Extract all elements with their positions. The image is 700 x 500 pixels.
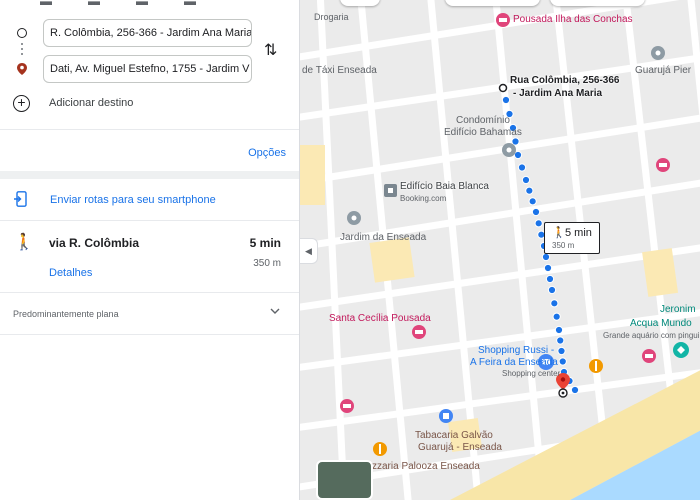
map-label-origin-line2: - Jardim Ana Maria [513,88,603,99]
map-label-shopping-center: Shopping center [502,369,561,378]
satellite-layer-button[interactable] [316,460,373,500]
poi-pousada-icon[interactable] [412,325,426,339]
route-dot [511,137,520,146]
route-dot [531,207,541,217]
map-label-santa-cecilia[interactable]: Santa Cecília Pousada [329,313,431,324]
car-mode-icon[interactable]: ▬ [40,0,52,8]
chevron-down-icon[interactable] [270,306,280,316]
route-dot [541,252,551,262]
divider [0,220,299,221]
poi-pousada-icon[interactable] [496,13,510,27]
walk-mode-icon[interactable]: ▬ [136,0,148,8]
map-label-edificio-bahamas[interactable]: Edifício Bahamas [444,127,522,138]
origin-marker-icon[interactable] [498,83,508,93]
route-dot [570,385,580,395]
poi-pin-icon[interactable] [502,143,516,157]
map-label-pizzaria[interactable]: zzaria Palooza Enseada [372,461,480,472]
route-dot [534,219,543,228]
divider [0,171,299,179]
map-label-pousada-ilha[interactable]: Pousada Ilha das Conchas [513,14,633,25]
route-dot [517,163,527,172]
options-button[interactable]: Opções [248,147,286,159]
poi-aquarium-icon[interactable] [673,342,689,358]
map-label-aquario-desc: Grande aquário com pinguins e tubarões [603,331,700,340]
swap-icon[interactable]: ⇅ [264,40,277,60]
map-label-shopping-russi[interactable]: Shopping Russi - [478,345,554,356]
poi-pin-icon[interactable] [347,211,361,225]
map-label-guaruja-pier[interactable]: Guarujá Pier [635,65,691,76]
collapse-panel-button[interactable]: ◀ [300,238,318,264]
route-dot [543,263,553,273]
route-duration-box[interactable]: 🚶 5 min 350 m [544,222,600,254]
route-dot [552,312,561,321]
origin-input[interactable]: R. Colômbia, 256-366 - Jardim Ana Maria [43,19,252,47]
route-dot [521,175,531,185]
poi-pin-icon[interactable] [651,46,665,60]
add-destination-label[interactable]: Adicionar destino [49,97,133,109]
directions-panel: ▬ ▬ ▬ ▬ R. Colômbia, 256-366 - Jardim An… [0,0,300,500]
route-distance: 350 m [253,258,281,269]
route-dot [550,299,559,308]
send-to-phone-icon [14,191,27,207]
map-chip[interactable] [550,0,645,6]
route-dot [557,346,566,356]
poi-restaurant-icon[interactable] [373,442,387,456]
travel-mode-bar: ▬ ▬ ▬ ▬ [40,0,196,8]
divider [0,292,299,293]
map-label-drogaria: Drogaria [314,12,349,22]
poi-pousada-icon[interactable] [642,349,656,363]
route-duration: 5 min [565,227,592,239]
origin-marker-icon [17,28,27,38]
bike-mode-icon[interactable]: ▬ [184,0,196,8]
poi-restaurant-icon[interactable] [589,359,603,373]
map-label-condominio[interactable]: Condomínio [456,115,510,126]
route-via-label[interactable]: via R. Colômbia [49,236,139,250]
destination-pin-icon [17,63,27,75]
divider [0,129,299,130]
map-label-jeronimo[interactable]: Jeronim [660,304,696,315]
map-label-tabacaria-enseada[interactable]: Guarujá - Enseada [418,442,502,453]
details-link[interactable]: Detalhes [49,267,92,279]
route-dot [547,285,557,295]
route-dot [558,357,567,366]
map-chip[interactable] [340,0,380,6]
map-label-jardim-enseada: Jardim da Enseada [340,232,427,243]
route-time: 5 min [249,236,281,250]
map-label-feira-enseada[interactable]: A Feira da Enseada [470,357,558,368]
destination-input[interactable]: Dati, Av. Miguel Estefno, 1755 - Jardim … [43,55,252,83]
walking-icon: 🚶 [552,227,566,239]
map-label-origin-line1: Rua Colômbia, 256-366 [510,75,620,86]
add-destination-icon[interactable]: + [13,95,30,112]
map-label-baia-blanca[interactable]: Edifício Baia Blanca [400,181,489,192]
map-canvas[interactable]: Drogaria Pousada Ilha das Conchas de Táx… [300,0,700,500]
terrain-label: Predominantemente plana [13,309,119,319]
poi-pousada-icon[interactable] [656,158,670,172]
route-dot [528,197,537,206]
poi-shopping-icon[interactable] [439,409,453,423]
map-label-booking: Booking.com [400,194,447,203]
route-dot [525,186,534,195]
map-chip[interactable] [445,0,540,6]
route-dots-icon [21,43,23,58]
route-dot [501,95,511,105]
map-label-acqua-mundo[interactable]: Acqua Mundo [630,318,692,329]
send-to-phone-link[interactable]: Enviar rotas para seu smartphone [50,194,216,206]
map-label-taxi[interactable]: de Táxi Enseada [302,65,377,76]
map-label-tabacaria[interactable]: Tabacaria Galvão [415,430,493,441]
route-dot [556,336,565,345]
poi-building-icon[interactable] [384,184,397,197]
transit-mode-icon[interactable]: ▬ [88,0,100,8]
walking-icon: 🚶 [14,234,34,251]
route-dot [545,274,555,284]
route-distance: 350 m [552,241,575,250]
divider [0,334,299,335]
route-dot [554,325,564,335]
poi-pousada-icon[interactable] [340,399,354,413]
